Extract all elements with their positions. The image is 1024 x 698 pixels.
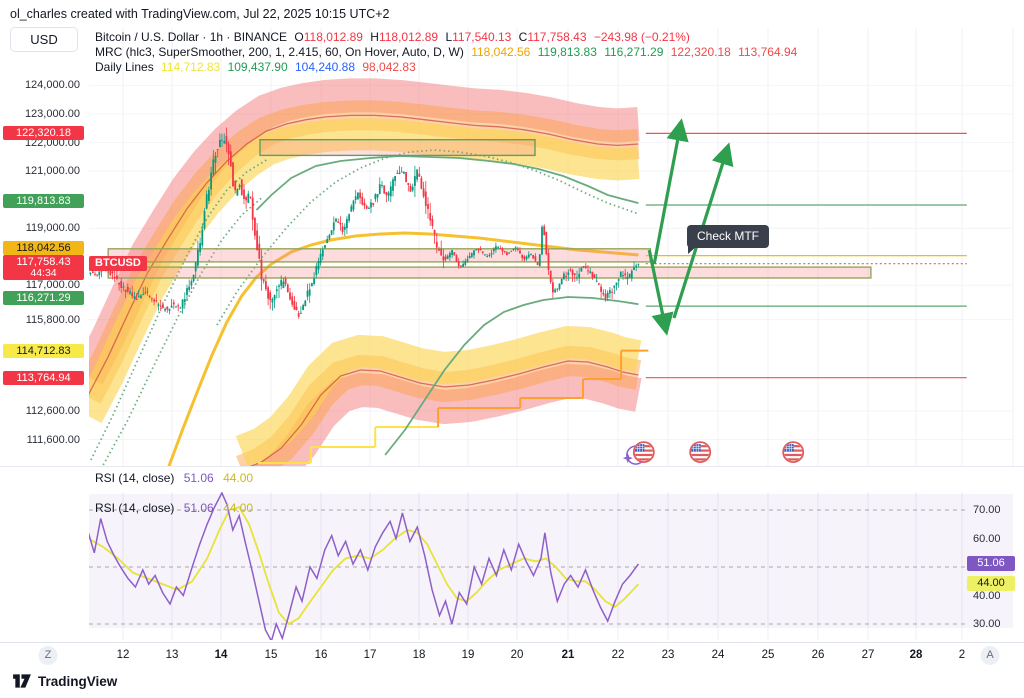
time-axis-edge-marker[interactable]: Z bbox=[39, 646, 58, 665]
price-tick: 119,000.00 bbox=[2, 222, 80, 234]
time-axis-label: 24 bbox=[712, 649, 725, 661]
time-axis-label: 19 bbox=[462, 649, 475, 661]
price-tick: 121,000.00 bbox=[2, 165, 80, 177]
rsi-ma-value: 44.00 bbox=[223, 471, 253, 485]
open-label: O bbox=[294, 30, 303, 44]
rsi-title: RSI (14, close) bbox=[95, 501, 174, 515]
time-axis-label: 12 bbox=[117, 649, 130, 661]
time-axis-label: 17 bbox=[364, 649, 377, 661]
legend: Bitcoin / U.S. Dollar · 1h · BINANCE O11… bbox=[95, 30, 797, 75]
price-tick: 123,000.00 bbox=[2, 108, 80, 120]
rsi-value: 51.06 bbox=[184, 501, 214, 515]
tradingview-logo-icon[interactable] bbox=[12, 673, 32, 689]
price-tick: 124,000.00 bbox=[2, 79, 80, 91]
countdown-timer: 44:34 bbox=[3, 266, 84, 280]
mrc-value: 118,042.56 bbox=[471, 45, 530, 59]
price-tick: 111,600.00 bbox=[2, 434, 80, 446]
us-flag-event-icon bbox=[634, 442, 654, 462]
tradingview-brand-text[interactable]: TradingView bbox=[38, 674, 117, 689]
check-mtf-tooltip: Check MTF bbox=[687, 225, 769, 248]
price-badge: 117,758.4344:34 bbox=[3, 255, 84, 280]
time-axis-label: 20 bbox=[511, 649, 524, 661]
legend-mrc-row[interactable]: MRC (hlc3, SuperSmoother, 200, 1, 2.415,… bbox=[95, 45, 797, 60]
time-axis-edge-marker[interactable]: A bbox=[981, 646, 1000, 665]
time-axis-label: 16 bbox=[315, 649, 328, 661]
price-tick: 117,000.00 bbox=[2, 279, 80, 291]
mrc-value: 113,764.94 bbox=[738, 45, 797, 59]
daily-line-value: 114,712.83 bbox=[161, 60, 220, 74]
time-axis-label: 22 bbox=[612, 649, 625, 661]
price-badge: 116,271.29 bbox=[3, 291, 84, 305]
rsi-tick: 60.00 bbox=[973, 533, 1001, 545]
close-value: 117,758.43 bbox=[527, 30, 586, 44]
us-flag-event-icon bbox=[783, 442, 803, 462]
time-axis-label: 21 bbox=[562, 649, 575, 661]
daily-lines-title: Daily Lines bbox=[95, 60, 154, 74]
open-value: 118,012.89 bbox=[304, 30, 363, 44]
pane-separator[interactable] bbox=[0, 466, 1024, 467]
time-axis-label: 28 bbox=[910, 649, 923, 661]
currency-toggle-button[interactable]: USD bbox=[10, 27, 78, 52]
daily-line-value: 109,437.90 bbox=[228, 60, 288, 74]
low-value: 117,540.13 bbox=[452, 30, 511, 44]
mrc-value: 119,813.83 bbox=[538, 45, 597, 59]
chart-canvas[interactable] bbox=[0, 0, 1024, 698]
mrc-value: 116,271.29 bbox=[604, 45, 663, 59]
rsi-title: RSI (14, close) bbox=[95, 471, 174, 485]
us-flag-event-icon bbox=[690, 442, 710, 462]
high-value: 118,012.89 bbox=[379, 30, 438, 44]
mrc-value: 122,320.18 bbox=[671, 45, 731, 59]
time-axis-label: 25 bbox=[762, 649, 775, 661]
rsi-value: 51.06 bbox=[184, 471, 214, 485]
time-axis[interactable]: Z 12 13 14 15 16 17 18 19 20 21 22 23 24 25 26 27 28 2 A bbox=[0, 642, 1024, 669]
rsi-tick: 40.00 bbox=[973, 590, 1001, 602]
time-axis-label: 13 bbox=[166, 649, 179, 661]
attribution-text: ol_charles created with TradingView.com,… bbox=[10, 7, 390, 21]
price-badge: 113,764.94 bbox=[3, 371, 84, 385]
rsi-inpane-label: RSI (14, close) 51.06 44.00 bbox=[95, 501, 253, 515]
rsi-tick: 30.00 bbox=[973, 618, 1001, 630]
price-tick: 115,800.00 bbox=[2, 314, 80, 326]
rsi-legend-row[interactable]: RSI (14, close) 51.06 44.00 bbox=[95, 471, 253, 485]
price-badge: 118,042.56 bbox=[3, 241, 84, 255]
high-label: H bbox=[370, 30, 379, 44]
price-tick: 112,600.00 bbox=[2, 405, 80, 417]
time-axis-label: 23 bbox=[662, 649, 675, 661]
rsi-tick: 70.00 bbox=[973, 504, 1001, 516]
symbol-title: Bitcoin / U.S. Dollar · 1h · BINANCE bbox=[95, 30, 287, 44]
symbol-price-tag: BTCUSD bbox=[89, 256, 147, 271]
rsi-ma-value: 44.00 bbox=[223, 501, 253, 515]
footer: TradingView bbox=[12, 673, 117, 689]
rsi-badge: 44.00 bbox=[967, 576, 1015, 591]
daily-line-value: 104,240.88 bbox=[295, 60, 355, 74]
rsi-badge: 51.06 bbox=[967, 556, 1015, 571]
price-badge: 114,712.83 bbox=[3, 344, 84, 358]
time-axis-label: 2 bbox=[959, 649, 965, 661]
time-axis-label: 14 bbox=[215, 649, 228, 661]
change-value: −243.98 (−0.21%) bbox=[594, 30, 690, 44]
time-axis-label: 15 bbox=[265, 649, 278, 661]
time-axis-label: 26 bbox=[812, 649, 825, 661]
legend-daily-lines-row[interactable]: Daily Lines 114,712.83 109,437.90 104,24… bbox=[95, 60, 797, 75]
tradingview-chart-window: ol_charles created with TradingView.com,… bbox=[0, 0, 1024, 698]
mrc-title: MRC (hlc3, SuperSmoother, 200, 1, 2.415,… bbox=[95, 45, 464, 59]
time-axis-label: 27 bbox=[862, 649, 875, 661]
price-badge: 122,320.18 bbox=[3, 126, 84, 140]
legend-symbol-row[interactable]: Bitcoin / U.S. Dollar · 1h · BINANCE O11… bbox=[95, 30, 797, 45]
time-axis-label: 18 bbox=[413, 649, 426, 661]
price-badge: 119,813.83 bbox=[3, 194, 84, 208]
daily-line-value: 98,042.83 bbox=[362, 60, 415, 74]
